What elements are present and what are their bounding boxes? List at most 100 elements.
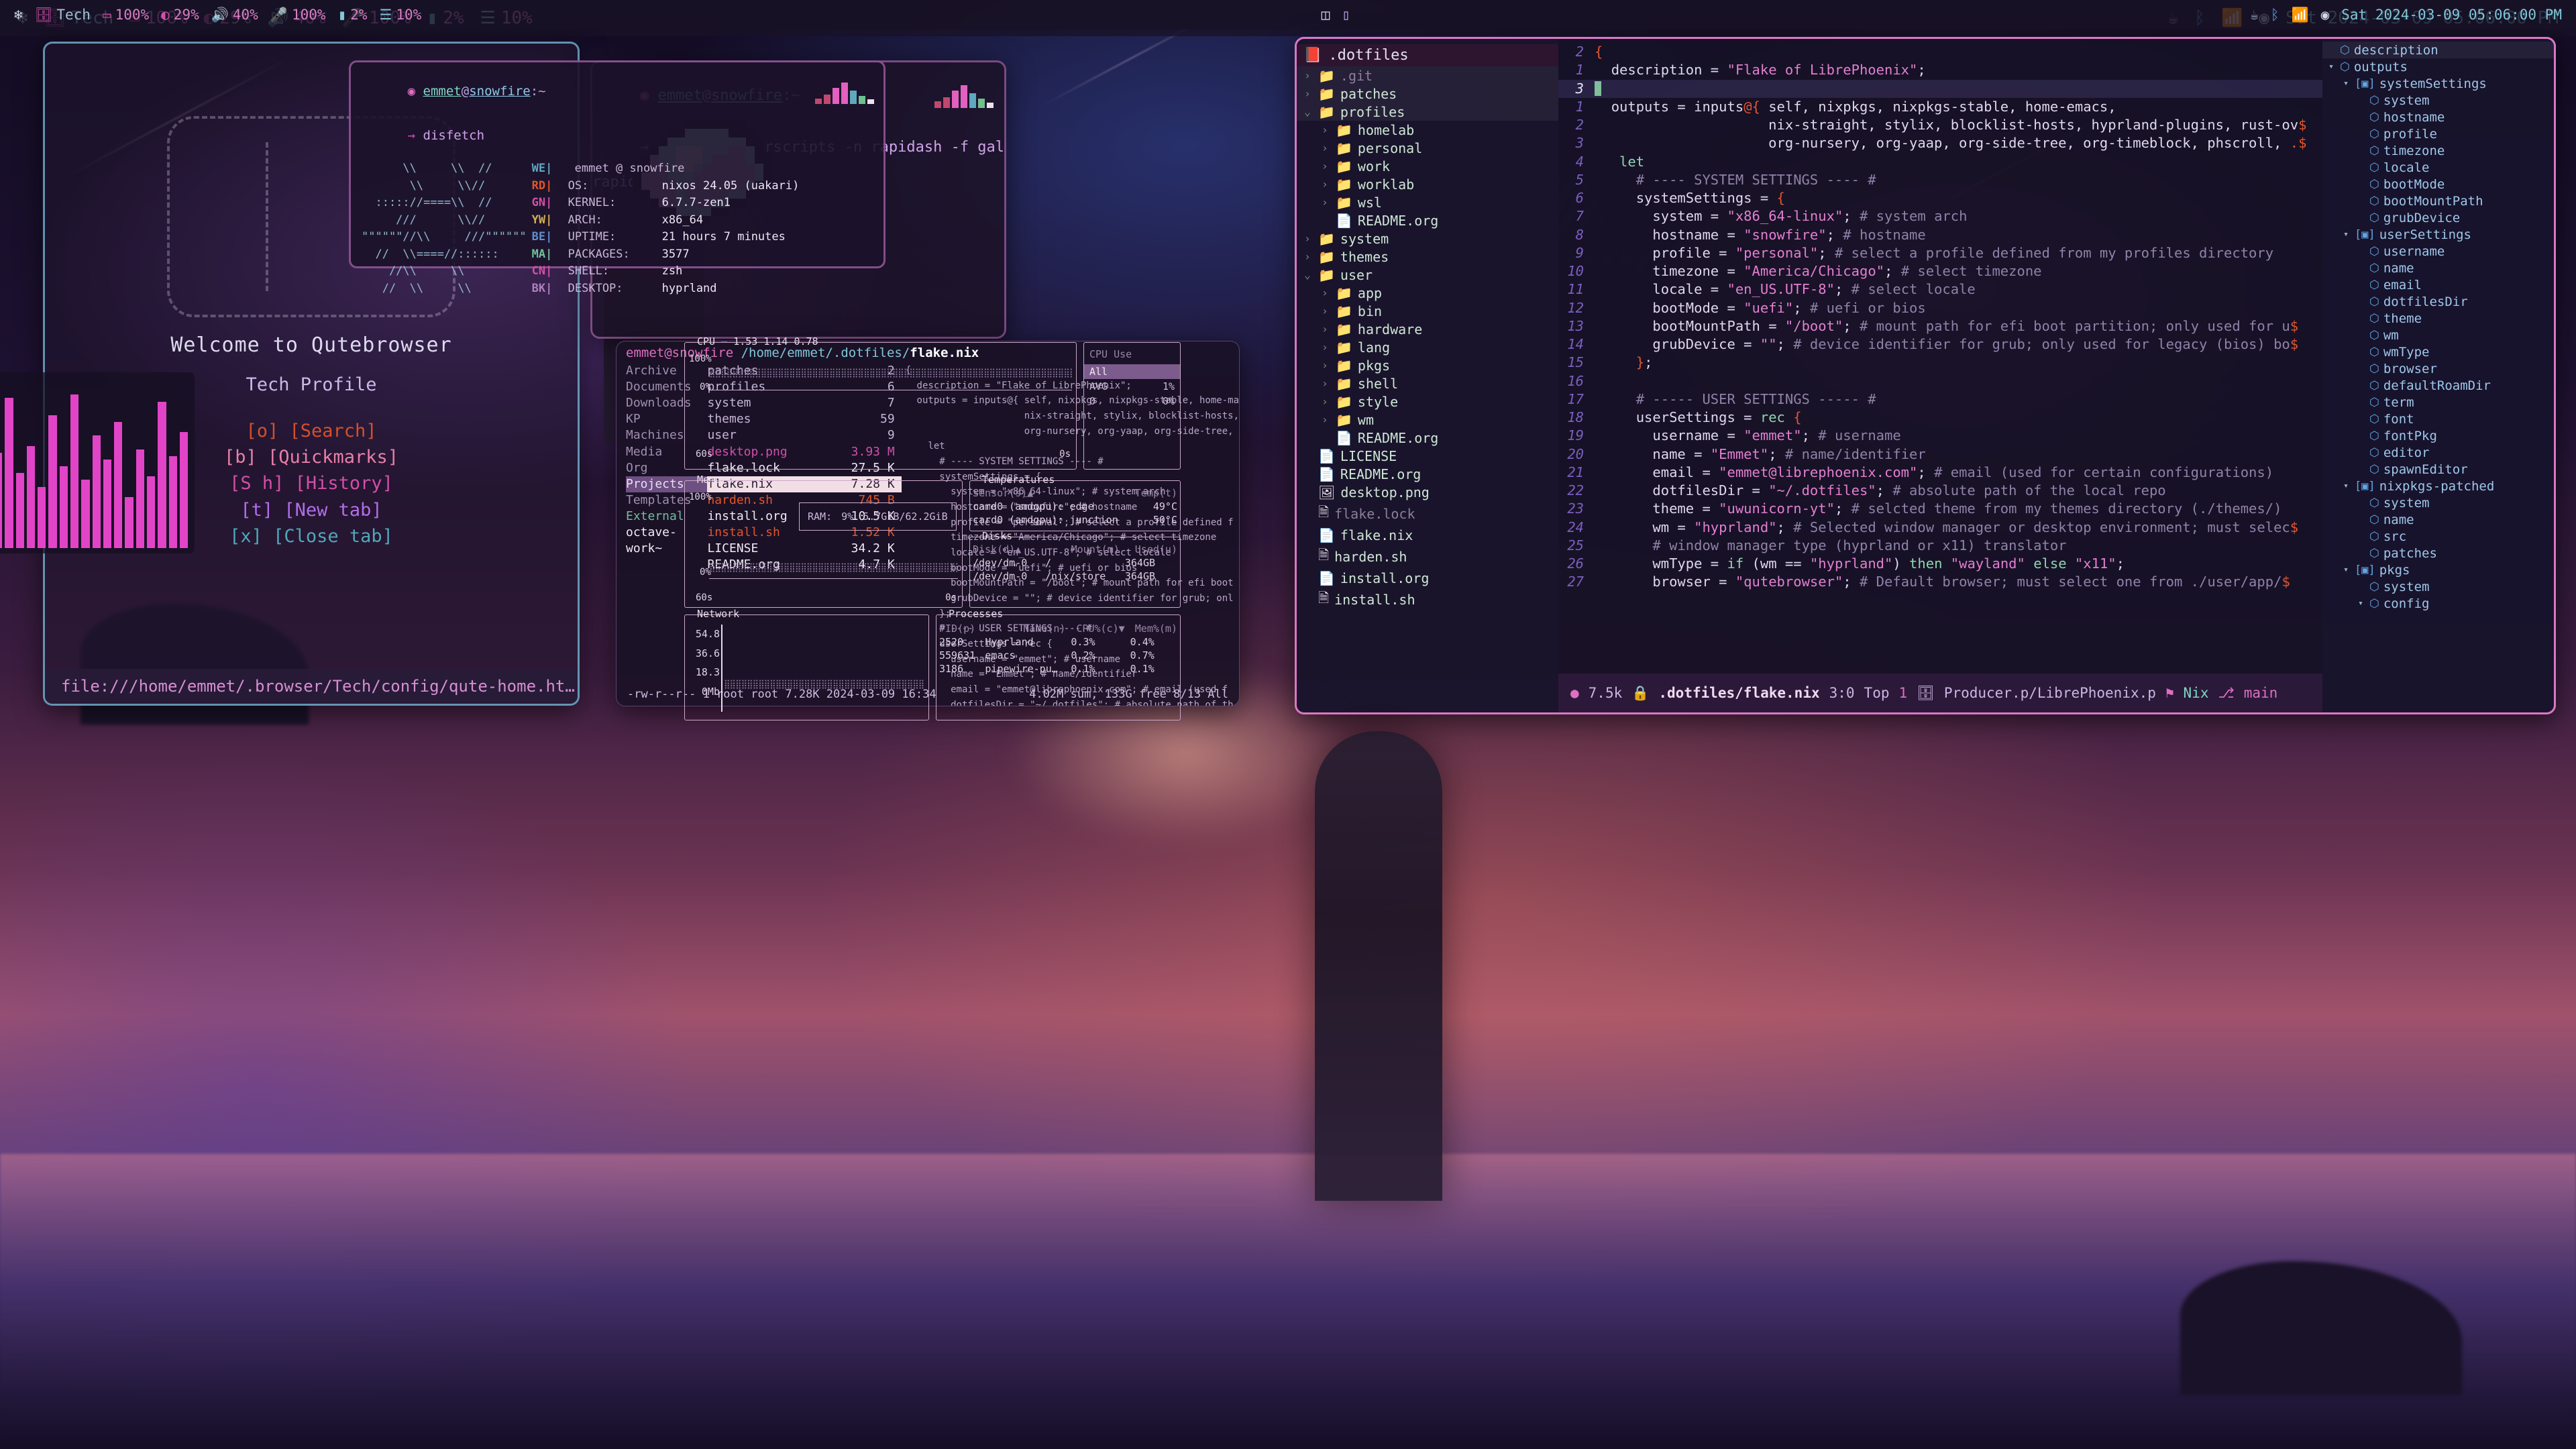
qutebrowser-shortcut[interactable]: [t] [New tab] [224,497,398,523]
chevron-right-icon[interactable]: › [1320,196,1330,209]
chevron-right-icon[interactable]: › [1320,395,1330,408]
treemacs-node[interactable]: ⌄ 📁 user [1297,266,1558,284]
outline-node[interactable]: ⬡ wmType [2322,343,2554,360]
treemacs-node[interactable]: › 📁 pkgs [1297,356,1558,374]
chevron-right-icon[interactable]: › [1320,341,1330,354]
treemacs-node[interactable]: ⌄ 📁 profiles [1297,103,1558,121]
treemacs-node[interactable]: 📄 README.org [1297,211,1558,229]
chevron-right-icon[interactable]: › [1320,323,1330,335]
treemacs-node[interactable]: 📄 install.org [1297,569,1558,587]
treemacs-node[interactable]: › 📁 app [1297,284,1558,302]
chevron-right-icon[interactable]: › [1320,160,1330,172]
treemacs-project-title[interactable]: 📕 .dotfiles [1297,44,1558,66]
outline-node[interactable]: ▾ ⬡ config [2322,595,2554,612]
chevron-right-icon[interactable]: › [1320,123,1330,136]
treemacs-node[interactable]: › 📁 bin [1297,302,1558,320]
btop-processes-panel[interactable]: Processes PID(p) Name(n) CPU%(c)▼ Mem%(m) 25… [936,608,1181,720]
treemacs-node[interactable]: › 📁 lang [1297,338,1558,356]
outline-node[interactable]: ⬡ profile [2322,125,2554,142]
memory-icon-group[interactable]: ▮2% [332,7,374,23]
outline-node[interactable]: ⬡ description [2322,42,2554,58]
treemacs-node[interactable]: › 📁 worklab [1297,175,1558,193]
outline-node[interactable]: ⬡ system [2322,494,2554,511]
column-header[interactable]: Sensor(s)▲ [970,486,1130,500]
triangle-down-icon[interactable]: ▾ [2356,598,2365,608]
treemacs-node[interactable]: › 📁 themes [1297,248,1558,266]
table-row[interactable]: 2520 Hyprland 0.3% 0.4% [936,635,1180,649]
column-header[interactable]: CPU%(c)▼ [1068,622,1127,635]
outline-node[interactable]: ⬡ defaultRoamDir [2322,377,2554,394]
outline-node[interactable]: ⬡ locale [2322,159,2554,176]
chevron-right-icon[interactable]: › [1302,87,1313,100]
outline-node[interactable]: ⬡ system [2322,578,2554,595]
chevron-right-icon[interactable]: › [1320,178,1330,191]
treemacs-node[interactable]: 📄 LICENSE [1297,447,1558,465]
treemacs-node[interactable]: › 📁 wsl [1297,193,1558,211]
emacs-outline-sidebar[interactable]: ⬡ description ▾ ⬡ outputs ▾ [▣] systemSettings … [2322,39,2554,712]
outline-node[interactable]: ▾ [▣] pkgs [2322,561,2554,578]
outline-node[interactable]: ⬡ src [2322,528,2554,545]
outline-node[interactable]: ⬡ spawnEditor [2322,461,2554,478]
treemacs-node[interactable]: 📄 flake.nix [1297,526,1558,544]
table-row[interactable]: card0 (amdgpu): junction 50°C [970,513,1180,527]
outline-node[interactable]: ⬡ hostname [2322,109,2554,125]
table-row[interactable]: 559631 emacs 0.2% 0.7% [936,649,1180,662]
outline-node[interactable]: ⬡ timezone [2322,142,2554,159]
column-header[interactable]: Mem%(m) [1128,622,1180,635]
outline-node[interactable]: ⬡ patches [2322,545,2554,561]
qutebrowser-shortcut[interactable]: [o] [Search] [224,418,398,444]
cpu-list-rows[interactable]: All AVG 1% 0 0% [1084,360,1180,409]
outline-node[interactable]: ⬡ grubDevice [2322,209,2554,226]
cpu-core-row[interactable]: All [1084,364,1180,379]
column-header[interactable]: Temp(t) [1130,486,1180,500]
outline-node[interactable]: ⬡ dotfilesDir [2322,293,2554,310]
battery-icon-group[interactable]: ▭100% [97,7,155,23]
chevron-right-icon[interactable]: › [1320,286,1330,299]
table-row[interactable]: /dev/dm-0/nix/store 364GB [970,570,1180,583]
outline-node[interactable]: ⬡ email [2322,276,2554,293]
treemacs-node[interactable]: › 📁 work [1297,157,1558,175]
cpu-core-row[interactable]: AVG 1% [1084,379,1180,394]
terminal-disfetch-window[interactable]: ◉ emmet@snowfire:~ → disfetch \\ \\ // \… [349,60,885,295]
treemacs-node[interactable]: › 📁 .git [1297,66,1558,85]
qutebrowser-shortcut[interactable]: [x] [Close tab] [224,523,398,549]
triangle-down-icon[interactable]: ▾ [2341,229,2351,239]
brightness-icon-group[interactable]: ◐29% [155,7,205,23]
treemacs-node[interactable]: 📄 README.org [1297,429,1558,447]
cpu-core-row[interactable]: 0 0% [1084,394,1180,409]
triangle-down-icon[interactable]: ▾ [2341,78,2351,89]
chevron-right-icon[interactable]: › [1302,232,1313,245]
outline-node[interactable]: ▾ [▣] systemSettings [2322,75,2554,92]
table-row[interactable]: card0 (amdgpu): edge 49°C [970,500,1180,513]
outline-node[interactable]: ⬡ name [2322,260,2554,276]
chevron-right-icon[interactable]: › [1302,69,1313,82]
treemacs-node[interactable]: 🗎 install.sh [1297,587,1558,612]
cpu-icon-group[interactable]: ☰10% [374,7,428,23]
treemacs-node[interactable]: 🗎 flake.lock [1297,501,1558,526]
triangle-down-icon[interactable]: ▾ [2341,565,2351,575]
treemacs-rows[interactable]: › 📁 .git › 📁 patches ⌄ 📁 profiles › 📁 homelab › 📁 pers… [1297,66,1558,612]
volume-icon-group[interactable]: 🔊40% [205,7,264,23]
outline-node[interactable]: ⬡ bootMode [2322,176,2554,193]
outline-node[interactable]: ▾ [▣] nixpkgs-patched [2322,478,2554,494]
treemacs-node[interactable]: › 📁 shell [1297,374,1558,392]
outline-node[interactable]: ⬡ username [2322,243,2554,260]
column-header[interactable]: PID(p) [936,622,982,635]
chevron-down-icon[interactable]: ⌄ [1302,268,1313,281]
chevron-right-icon[interactable]: › [1302,250,1313,263]
treemacs-node[interactable]: 🖼 desktop.png [1297,483,1558,501]
outline-node[interactable]: ⬡ font [2322,411,2554,427]
outline-node[interactable]: ⬡ browser [2322,360,2554,377]
chevron-right-icon[interactable]: › [1320,305,1330,317]
chevron-right-icon[interactable]: › [1320,377,1330,390]
btop-cpu-list-panel[interactable]: CPU Use All AVG 1% 0 0% [1083,342,1181,470]
outline-node[interactable]: ⬡ term [2322,394,2554,411]
processes-table[interactable]: PID(p) Name(n) CPU%(c)▼ Mem%(m) 2520 Hyprland… [936,622,1180,676]
column-header[interactable]: Name(n) [982,622,1068,635]
outline-node[interactable]: ⬡ fontPkg [2322,427,2554,444]
chevron-right-icon[interactable]: › [1320,142,1330,154]
qutebrowser-shortcut[interactable]: [b] [Quickmarks] [224,444,398,470]
outline-node[interactable]: ⬡ theme [2322,310,2554,327]
treemacs-node[interactable]: › 📁 wm [1297,411,1558,429]
table-row[interactable]: 3186 pipewire-pu… 0.1% 0.1% [936,662,1180,676]
